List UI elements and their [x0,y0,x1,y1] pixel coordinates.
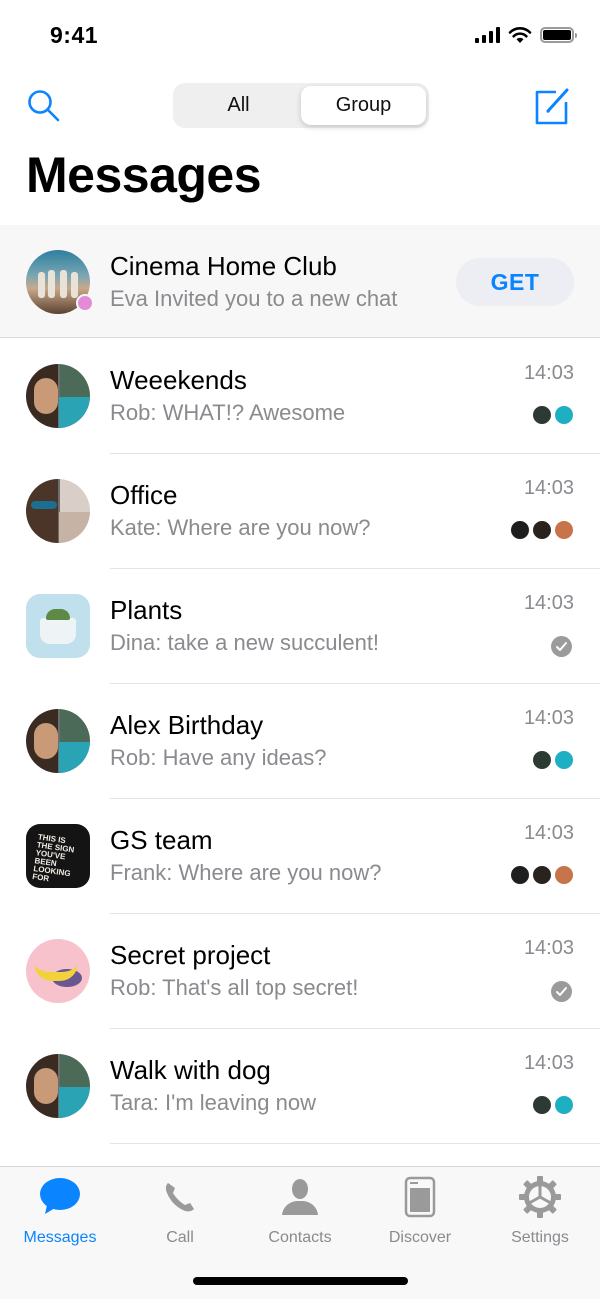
tab-label: Settings [511,1229,569,1246]
chat-time: 14:03 [523,707,574,729]
chat-list: Weeekends Rob: WHAT!? Awesome 14:03 Offi… [0,339,600,1144]
reader-avatars [510,865,574,885]
chat-title: Weeekends [110,365,247,395]
chat-time: 14:03 [523,477,574,499]
search-button[interactable] [26,88,62,124]
segment-group[interactable]: Group [301,86,426,125]
discover-icon [404,1176,436,1218]
reader-avatar [532,865,552,885]
tab-label: Messages [23,1229,97,1246]
chat-preview: Dina: take a new succulent! [110,630,380,655]
chat-time: 14:03 [523,592,574,614]
tab-contacts[interactable]: Contacts [240,1175,360,1255]
phone-icon [165,1183,194,1212]
person-icon [282,1179,318,1215]
reader-avatars [532,750,574,770]
chat-title: Secret project [110,940,271,970]
chat-avatar [26,939,90,1003]
invite-title: Cinema Home Club [110,251,337,281]
chat-bubble-icon [40,1178,80,1214]
get-button[interactable]: GET [456,258,574,306]
chat-avatar [26,479,90,543]
reader-avatar [554,1095,574,1115]
status-time: 9:41 [50,22,99,48]
reader-avatar [510,865,530,885]
read-check-icon [551,636,572,657]
tab-label: Contacts [268,1229,332,1246]
chat-preview: Rob: That's all top secret! [110,975,359,1000]
chat-avatar [26,594,90,658]
tab-discover[interactable]: Discover [360,1175,480,1255]
reader-avatar [532,520,552,540]
reader-avatars [510,520,574,540]
battery-icon [540,27,577,43]
chat-avatar [26,1054,90,1118]
compose-button[interactable] [532,86,572,126]
reader-avatar [554,750,574,770]
reader-avatar [532,750,552,770]
chat-preview: Kate: Where are you now? [110,515,371,540]
nav-bar: All Group [0,80,600,132]
chat-row-walk-with-dog[interactable]: Walk with dog Tara: I'm leaving now 14:0… [0,1029,600,1144]
reader-avatars [532,1095,574,1115]
cellular-signal-icon [475,27,500,43]
read-check-icon [551,981,572,1002]
chat-row-office[interactable]: Office Kate: Where are you now? 14:03 [0,454,600,569]
status-icons [475,26,577,44]
tab-settings[interactable]: Settings [480,1175,600,1255]
compose-icon [535,88,569,125]
tab-call[interactable]: Call [120,1175,240,1255]
search-icon [28,90,60,122]
chat-avatar: THIS IS THE SIGN YOU'VE BEEN LOOKING FOR [26,824,90,888]
reader-avatar [554,520,574,540]
chat-row-weeekends[interactable]: Weeekends Rob: WHAT!? Awesome 14:03 [0,339,600,454]
chat-title: GS team [110,825,213,855]
reader-avatar [554,405,574,425]
status-bar: 9:41 [0,0,600,70]
tab-messages[interactable]: Messages [0,1175,120,1255]
page-title: Messages [26,147,262,203]
chat-preview: Rob: WHAT!? Awesome [110,400,346,425]
chat-preview: Frank: Where are you now? [110,860,382,885]
chat-time: 14:03 [523,362,574,384]
wifi-icon [508,27,532,43]
gear-icon [519,1176,561,1218]
reader-avatars [532,405,574,425]
invite-subtitle: Eva Invited you to a new chat [110,286,398,311]
inviter-badge-avatar [76,294,94,312]
invite-row[interactable]: Cinema Home Club Eva Invited you to a ne… [0,225,600,338]
chat-time: 14:03 [523,937,574,959]
chat-row-plants[interactable]: Plants Dina: take a new succulent! 14:03 [0,569,600,684]
chat-title: Office [110,480,178,510]
chat-preview: Rob: Have any ideas? [110,745,327,770]
chat-time: 14:03 [523,1052,574,1074]
chat-avatar [26,364,90,428]
chat-row-secret-project[interactable]: Secret project Rob: That's all top secre… [0,914,600,1029]
tab-label: Call [166,1229,194,1246]
reader-avatar [532,1095,552,1115]
chat-title: Walk with dog [110,1055,271,1085]
chat-row-alex-birthday[interactable]: Alex Birthday Rob: Have any ideas? 14:03 [0,684,600,799]
chat-time: 14:03 [523,822,574,844]
home-indicator [193,1277,408,1285]
chat-row-gs-team[interactable]: THIS IS THE SIGN YOU'VE BEEN LOOKING FOR GS… [0,799,600,914]
chat-preview: Tara: I'm leaving now [110,1090,316,1115]
chat-title: Alex Birthday [110,710,264,740]
reader-avatar [532,405,552,425]
chat-title: Plants [110,595,183,625]
segmented-control: All Group [173,83,429,128]
tab-label: Discover [388,1229,452,1246]
segment-all[interactable]: All [176,86,301,125]
chat-avatar [26,709,90,773]
reader-avatar [510,520,530,540]
row-divider [110,1143,600,1144]
reader-avatar [554,865,574,885]
